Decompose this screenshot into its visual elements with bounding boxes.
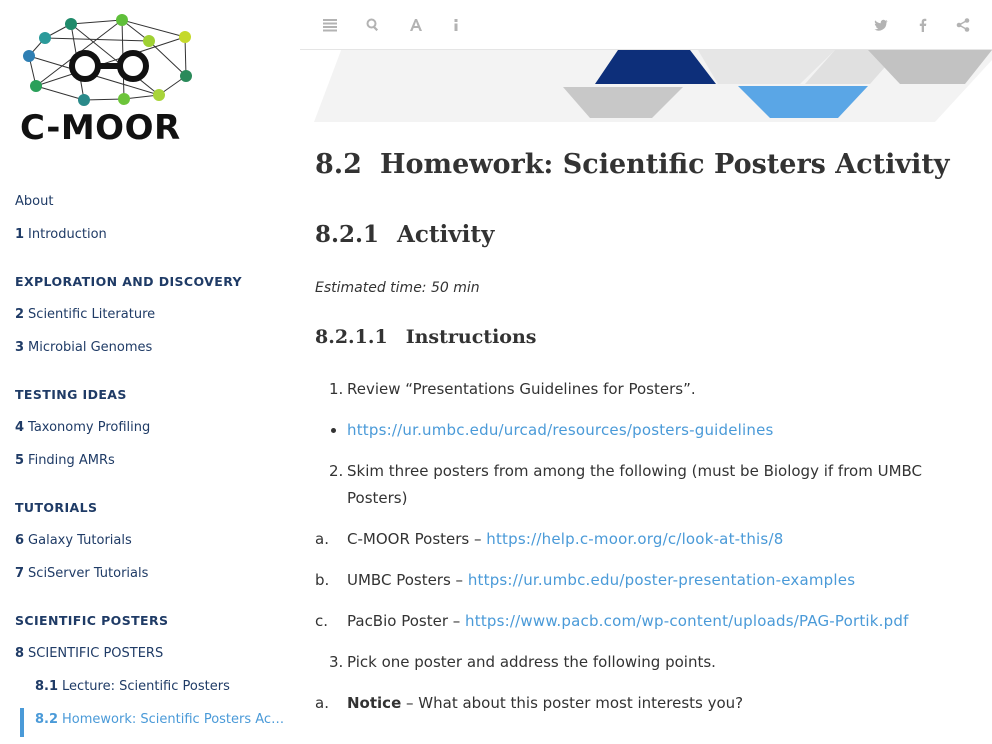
list-item: a. C-MOOR Posters – https://help.c-moor.…: [315, 526, 955, 553]
page-title-text: Homework: Scientific Posters Activity: [379, 149, 950, 180]
toc-section-8-1[interactable]: 8.1 Lecture: Scientific Posters: [0, 675, 300, 708]
list-marker: a.: [315, 694, 329, 712]
toc-chapter-label: SciServer Tutorials: [28, 566, 149, 581]
toc-chapter-number: 2: [15, 307, 25, 322]
subsection-number: 8.2.1.1: [315, 326, 388, 348]
twitter-icon[interactable]: [871, 15, 891, 35]
c-moor-logo[interactable]: C-MOOR: [15, 8, 210, 153]
subsection-heading: 8.2.1.1 Instructions: [315, 324, 955, 350]
list-item-text: Pick one poster and address the followin…: [347, 653, 716, 671]
list-item-text: C-MOOR Posters –: [347, 530, 487, 548]
toc-chapter-6[interactable]: 6 Galaxy Tutorials: [0, 529, 300, 562]
posters-guidelines-link[interactable]: https://ur.umbc.edu/urcad/resources/post…: [347, 421, 774, 439]
page-title: 8.2 Homework: Scientific Posters Activity: [315, 148, 955, 182]
list-item-text: – What about this poster most interests …: [401, 694, 744, 712]
toc-section-label: Homework: Scientific Posters Acti...: [62, 712, 293, 727]
toc-section-number: 8.1: [35, 679, 59, 694]
toc-chapter-5[interactable]: 5 Finding AMRs: [0, 449, 300, 482]
section-text: Activity: [397, 221, 495, 248]
share-icon[interactable]: [953, 15, 973, 35]
toc-chapter-number: 6: [15, 533, 25, 548]
toc-chapter-label: Scientific Literature: [28, 307, 156, 322]
list-item-text: Skim three posters from among the follow…: [347, 462, 923, 507]
toc-chapter-number: 7: [15, 566, 25, 581]
toc-part-header: TESTING IDEAS: [15, 387, 127, 402]
toc-about[interactable]: About: [0, 190, 300, 223]
section-heading: 8.2.1 Activity: [315, 220, 955, 250]
list-item: c. PacBio Poster – https://www.pacb.com/…: [315, 608, 955, 635]
toc-chapter-8[interactable]: 8 SCIENTIFIC POSTERS: [0, 642, 300, 675]
toc-chapter-1[interactable]: 1 Introduction: [0, 223, 300, 256]
network-graph-logo-icon: [23, 14, 192, 106]
info-icon[interactable]: [446, 15, 466, 35]
list-item: b. UMBC Posters – https://ur.umbc.edu/po…: [315, 567, 955, 594]
list-marker: 2.: [329, 462, 344, 480]
instruction-list: 1. Review “Presentations Guidelines for …: [315, 376, 955, 717]
section-number: 8.2.1: [315, 221, 380, 248]
toc-about-label: About: [15, 194, 54, 209]
list-item-text: Review “Presentations Guidelines for Pos…: [347, 380, 696, 398]
toc-chapter-label: Galaxy Tutorials: [28, 533, 132, 548]
toc-part-header: TUTORIALS: [15, 500, 98, 515]
main-content: 8.2 Homework: Scientific Posters Activity…: [315, 130, 955, 731]
font-settings-icon[interactable]: [406, 15, 426, 35]
sidebar-toggle-icon[interactable]: [320, 15, 340, 35]
subsection-text: Instructions: [405, 326, 537, 348]
toc-section-number: 8.2: [35, 712, 59, 727]
list-marker: a.: [315, 530, 329, 548]
toc-chapter-number: 4: [15, 420, 25, 435]
toc-chapter-4[interactable]: 4 Taxonomy Profiling: [0, 416, 300, 449]
list-item: 2. Skim three posters from among the fol…: [315, 458, 955, 512]
list-item: https://ur.umbc.edu/urcad/resources/post…: [315, 417, 955, 444]
bullet-icon: [331, 428, 336, 433]
list-marker: 1.: [329, 380, 344, 398]
list-item-text: UMBC Posters –: [347, 571, 468, 589]
toc-chapter-number: 5: [15, 453, 25, 468]
toc-chapter-number: 1: [15, 227, 25, 242]
logo-text: C-MOOR: [20, 108, 181, 148]
facebook-icon[interactable]: [913, 15, 933, 35]
umbc-posters-link[interactable]: https://ur.umbc.edu/poster-presentation-…: [468, 571, 855, 589]
list-item-bold: Notice: [347, 694, 402, 712]
toc-chapter-3[interactable]: 3 Microbial Genomes: [0, 336, 300, 369]
list-item-text: PacBio Poster –: [347, 612, 466, 630]
toc-chapter-label: Introduction: [28, 227, 107, 242]
toc-chapter-2[interactable]: 2 Scientific Literature: [0, 303, 300, 336]
toc-part-header: EXPLORATION AND DISCOVERY: [15, 274, 242, 289]
toc-chapter-label: Taxonomy Profiling: [28, 420, 151, 435]
toc-section-label: Lecture: Scientific Posters: [62, 679, 230, 694]
pacbio-poster-link[interactable]: https://www.pacb.com/wp-content/uploads/…: [465, 612, 909, 630]
search-icon[interactable]: [363, 15, 383, 35]
list-marker: c.: [315, 612, 329, 630]
list-marker: b.: [315, 571, 330, 589]
page-title-number: 8.2: [315, 149, 362, 180]
toc-chapter-label: Microbial Genomes: [28, 340, 153, 355]
toc-section-8-2-active[interactable]: 8.2 Homework: Scientific Posters Acti...: [0, 708, 300, 741]
toc-chapter-label: Finding AMRs: [28, 453, 115, 468]
estimated-time: Estimated time: 50 min: [315, 280, 480, 296]
toc-chapter-7[interactable]: 7 SciServer Tutorials: [0, 562, 300, 595]
table-of-contents: About 1 Introduction EXPLORATION AND DISC…: [0, 190, 300, 741]
book-toolbar: [300, 0, 992, 50]
toc-chapter-number: 3: [15, 340, 25, 355]
toc-part-header: SCIENTIFIC POSTERS: [15, 613, 169, 628]
sidebar: C-MOOR About 1 Introduction EXPLORATION A…: [0, 0, 300, 744]
toc-chapter-label: SCIENTIFIC POSTERS: [28, 646, 164, 661]
list-item: a. Notice – What about this poster most …: [315, 690, 955, 717]
c-moor-posters-link[interactable]: https://help.c-moor.org/c/look-at-this/8: [486, 530, 783, 548]
list-marker: 3.: [329, 653, 344, 671]
list-item: 1. Review “Presentations Guidelines for …: [315, 376, 955, 403]
toc-chapter-number: 8: [15, 646, 25, 661]
list-item: 3. Pick one poster and address the follo…: [315, 649, 955, 676]
